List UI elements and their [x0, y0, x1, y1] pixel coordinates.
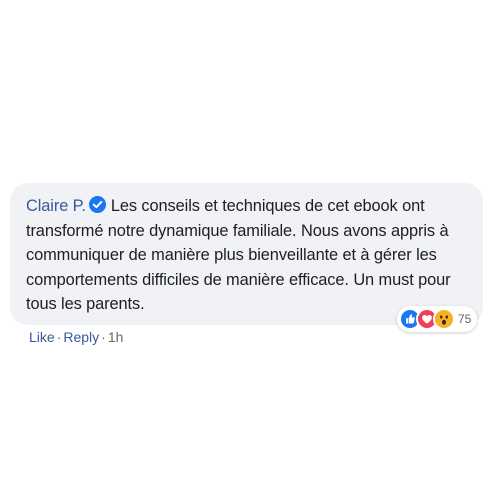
- wow-reaction-icon: [433, 308, 455, 330]
- like-button[interactable]: Like: [29, 329, 55, 345]
- verified-badge-icon: [88, 196, 106, 213]
- comment-body: Claire P. Les conseils et techniques de c…: [26, 194, 469, 317]
- comment-author[interactable]: Claire P.: [26, 197, 86, 215]
- reactions-summary[interactable]: 75: [397, 306, 478, 332]
- reaction-count: 75: [458, 312, 472, 326]
- separator-dot: ·: [101, 329, 106, 345]
- separator-dot: ·: [56, 329, 62, 345]
- comment-timestamp[interactable]: 1h: [108, 329, 124, 345]
- comment-text: Les conseils et techniques de cet ebook …: [26, 197, 451, 314]
- comment-bubble: Claire P. Les conseils et techniques de c…: [10, 183, 483, 325]
- reply-button[interactable]: Reply: [63, 329, 99, 345]
- comment-actions: Like · Reply · 1h: [29, 327, 123, 347]
